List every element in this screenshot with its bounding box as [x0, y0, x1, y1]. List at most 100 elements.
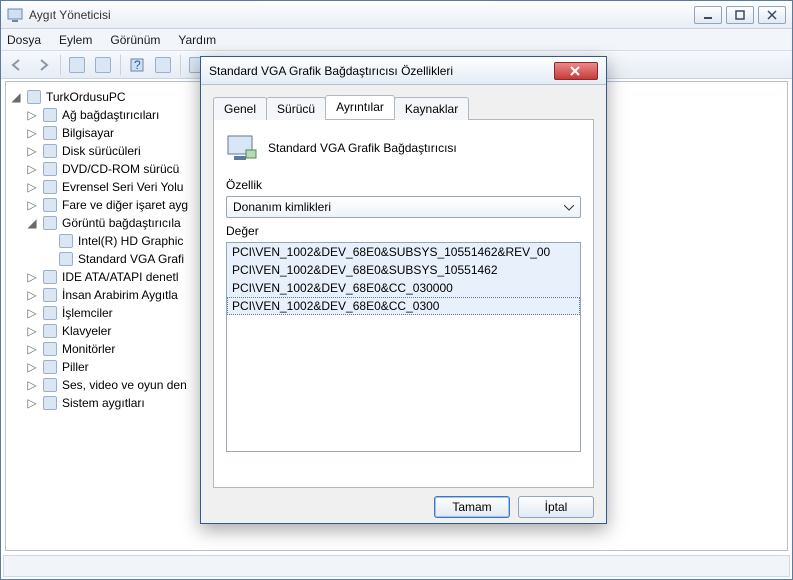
- expand-icon[interactable]: ▷: [26, 198, 38, 212]
- hardware-id-item[interactable]: PCI\VEN_1002&DEV_68E0&SUBSYS_10551462: [227, 261, 580, 279]
- tree-label: DVD/CD-ROM sürücü: [62, 162, 179, 176]
- tree-label: İşlemciler: [62, 306, 113, 320]
- device-category-icon: [42, 269, 58, 285]
- device-category-icon: [26, 89, 42, 105]
- close-button[interactable]: [758, 6, 786, 24]
- expand-icon[interactable]: ◢: [26, 216, 38, 230]
- tree-label: Evrensel Seri Veri Yolu: [62, 180, 183, 194]
- tab-kaynaklar[interactable]: Kaynaklar: [394, 97, 469, 120]
- device-category-icon: [42, 197, 58, 213]
- tree-label: Piller: [62, 360, 89, 374]
- tree-label: IDE ATA/ATAPI denetl: [62, 270, 179, 284]
- menubar: Dosya Eylem Görünüm Yardım: [1, 29, 792, 51]
- menu-view[interactable]: Görünüm: [110, 33, 160, 47]
- expand-icon[interactable]: ▷: [26, 324, 38, 338]
- ok-button[interactable]: Tamam: [434, 496, 510, 518]
- device-category-icon: [58, 233, 74, 249]
- menu-action[interactable]: Eylem: [59, 33, 92, 47]
- tree-label: Fare ve diğer işaret ayg: [62, 198, 188, 212]
- tree-label: Sistem aygıtları: [62, 396, 145, 410]
- expand-icon[interactable]: ▷: [26, 288, 38, 302]
- tree-label: Disk sürücüleri: [62, 144, 141, 158]
- dialog-close-button[interactable]: [554, 62, 598, 80]
- cancel-button[interactable]: İptal: [518, 496, 594, 518]
- tab-panel-details: Standard VGA Grafik Bağdaştırıcısı Özell…: [213, 120, 594, 488]
- window-controls: [694, 6, 786, 24]
- separator: [59, 54, 61, 76]
- menu-help[interactable]: Yardım: [178, 33, 216, 47]
- dialog-title: Standard VGA Grafik Bağdaştırıcısı Özell…: [209, 64, 554, 78]
- device-category-icon: [42, 125, 58, 141]
- help-icon[interactable]: ?: [125, 54, 149, 76]
- property-dropdown[interactable]: Donanım kimlikleri: [226, 196, 581, 218]
- dropdown-selected: Donanım kimlikleri: [233, 200, 331, 214]
- separator: [179, 54, 181, 76]
- device-category-icon: [42, 377, 58, 393]
- value-section-label: Değer: [226, 224, 581, 238]
- tab-ayrıntılar[interactable]: Ayrıntılar: [325, 95, 395, 119]
- device-category-icon: [42, 359, 58, 375]
- expand-icon[interactable]: ▷: [26, 396, 38, 410]
- device-category-icon: [42, 341, 58, 357]
- expand-icon[interactable]: ◢: [10, 90, 22, 104]
- tree-label: TurkOrdusuPC: [46, 90, 126, 104]
- tree-label: Ses, video ve oyun den: [62, 378, 187, 392]
- device-category-icon: [42, 179, 58, 195]
- device-category-icon: [42, 161, 58, 177]
- hardware-id-item[interactable]: PCI\VEN_1002&DEV_68E0&CC_0300: [227, 297, 580, 315]
- tab-genel[interactable]: Genel: [213, 97, 267, 120]
- dialog-tabs: GenelSürücüAyrıntılarKaynaklar: [213, 95, 594, 120]
- device-category-icon: [42, 323, 58, 339]
- device-manager-window: Aygıt Yöneticisi Dosya Eylem Görünüm Yar…: [0, 0, 793, 580]
- main-titlebar[interactable]: Aygıt Yöneticisi: [1, 1, 792, 29]
- device-category-icon: [42, 107, 58, 123]
- device-category-icon: [42, 287, 58, 303]
- hardware-id-item[interactable]: PCI\VEN_1002&DEV_68E0&CC_030000: [227, 279, 580, 297]
- separator: [119, 54, 121, 76]
- minimize-button[interactable]: [694, 6, 722, 24]
- expand-icon[interactable]: ▷: [26, 378, 38, 392]
- property-section-label: Özellik: [226, 178, 581, 192]
- expand-icon[interactable]: ▷: [26, 270, 38, 284]
- display-adapter-icon: [226, 132, 258, 164]
- svg-text:?: ?: [134, 58, 141, 72]
- back-button[interactable]: [5, 54, 29, 76]
- device-category-icon: [58, 251, 74, 267]
- expand-icon[interactable]: ▷: [26, 360, 38, 374]
- toolbar-icon-3[interactable]: [151, 54, 175, 76]
- device-category-icon: [42, 305, 58, 321]
- device-name: Standard VGA Grafik Bağdaştırıcısı: [268, 141, 457, 155]
- maximize-button[interactable]: [726, 6, 754, 24]
- tree-label: Klavyeler: [62, 324, 111, 338]
- dialog-titlebar[interactable]: Standard VGA Grafik Bağdaştırıcısı Özell…: [201, 57, 606, 85]
- tree-label: Standard VGA Grafi: [78, 252, 184, 266]
- menu-file[interactable]: Dosya: [7, 33, 41, 47]
- tree-label: Ağ bağdaştırıcıları: [62, 108, 159, 122]
- toolbar-icon-2[interactable]: [91, 54, 115, 76]
- properties-dialog: Standard VGA Grafik Bağdaştırıcısı Özell…: [200, 56, 607, 524]
- device-category-icon: [42, 215, 58, 231]
- device-category-icon: [42, 395, 58, 411]
- expand-icon[interactable]: ▷: [26, 306, 38, 320]
- main-title: Aygıt Yöneticisi: [29, 8, 694, 22]
- expand-icon[interactable]: ▷: [26, 144, 38, 158]
- expand-icon[interactable]: ▷: [26, 108, 38, 122]
- chevron-down-icon: [564, 200, 574, 214]
- tree-label: Görüntü bağdaştırıcıla: [62, 216, 181, 230]
- expand-icon[interactable]: ▷: [26, 342, 38, 356]
- expand-icon[interactable]: ▷: [26, 126, 38, 140]
- tree-label: İnsan Arabirim Aygıtla: [62, 288, 178, 302]
- hardware-id-item[interactable]: PCI\VEN_1002&DEV_68E0&SUBSYS_10551462&RE…: [227, 243, 580, 261]
- expand-icon[interactable]: ▷: [26, 180, 38, 194]
- tree-label: Monitörler: [62, 342, 115, 356]
- tab-sürücü[interactable]: Sürücü: [266, 97, 326, 120]
- toolbar-icon-1[interactable]: [65, 54, 89, 76]
- device-category-icon: [42, 143, 58, 159]
- app-icon: [7, 7, 23, 23]
- expand-icon[interactable]: ▷: [26, 162, 38, 176]
- tree-label: Intel(R) HD Graphic: [78, 234, 183, 248]
- tree-label: Bilgisayar: [62, 126, 114, 140]
- statusbar: [3, 555, 790, 577]
- forward-button[interactable]: [31, 54, 55, 76]
- hardware-id-list[interactable]: PCI\VEN_1002&DEV_68E0&SUBSYS_10551462&RE…: [226, 242, 581, 452]
